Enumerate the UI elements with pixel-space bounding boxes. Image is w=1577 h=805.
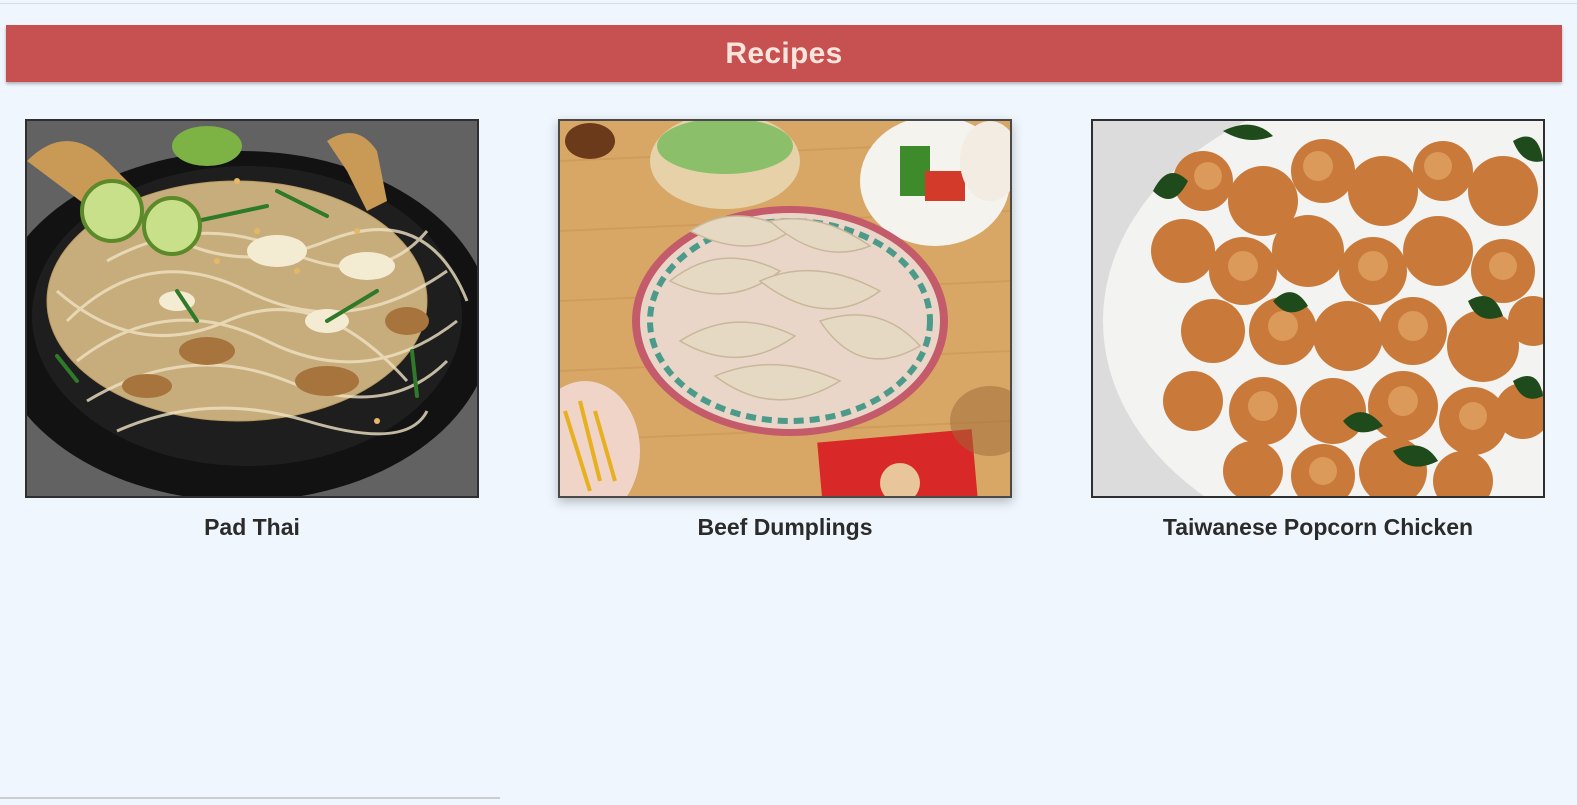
beef-dumplings-photo[interactable] bbox=[558, 119, 1012, 498]
page-title: Recipes bbox=[725, 36, 843, 70]
page-header: Recipes bbox=[6, 25, 1562, 82]
top-divider bbox=[0, 3, 1577, 4]
pad-thai-photo[interactable] bbox=[25, 119, 479, 498]
recipe-card-pad-thai[interactable]: Pad Thai bbox=[25, 119, 479, 541]
recipe-card-beef-dumplings[interactable]: Beef Dumplings bbox=[558, 119, 1012, 541]
popcorn-chicken-photo[interactable] bbox=[1091, 119, 1545, 498]
recipe-title[interactable]: Beef Dumplings bbox=[558, 514, 1012, 541]
recipe-title[interactable]: Taiwanese Popcorn Chicken bbox=[1091, 514, 1545, 541]
recipe-card-popcorn-chicken[interactable]: Taiwanese Popcorn Chicken bbox=[1091, 119, 1545, 541]
horizontal-scrollbar[interactable] bbox=[0, 797, 500, 799]
recipe-title[interactable]: Pad Thai bbox=[25, 514, 479, 541]
